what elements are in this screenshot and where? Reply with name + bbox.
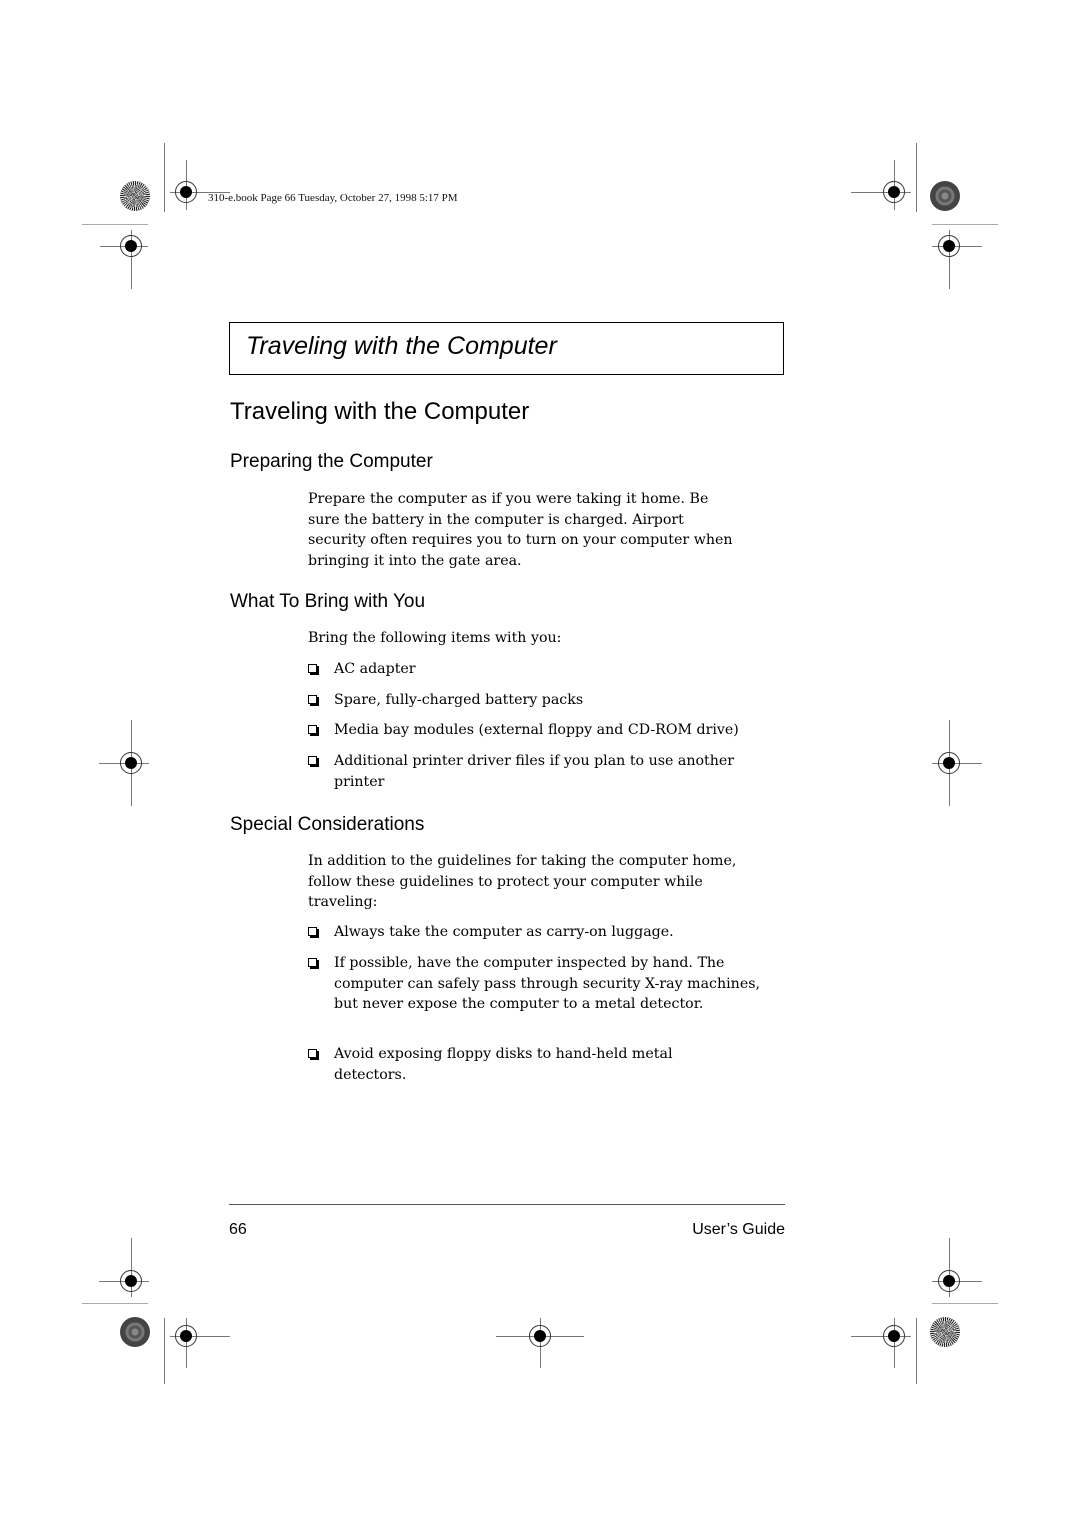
registration-mark-icon bbox=[175, 181, 197, 203]
checkbox-bullet-icon bbox=[308, 664, 317, 673]
registration-mark-icon bbox=[175, 1325, 197, 1347]
registration-mark-icon bbox=[120, 1270, 142, 1292]
color-registration-star-icon bbox=[930, 1317, 960, 1347]
color-registration-star-icon bbox=[120, 181, 150, 211]
preparing-paragraph: Prepare the computer as if you were taki… bbox=[308, 489, 788, 571]
list-item: Additional printer driver files if you p… bbox=[308, 751, 788, 792]
bring-intro: Bring the following items with you: bbox=[308, 630, 562, 646]
crop-mark bbox=[82, 1303, 148, 1304]
checkbox-bullet-icon bbox=[308, 756, 317, 765]
crop-mark bbox=[82, 224, 148, 225]
list-item: If possible, have the computer inspected… bbox=[308, 953, 778, 1015]
registration-mark-icon bbox=[883, 1325, 905, 1347]
section-heading-preparing: Preparing the Computer bbox=[230, 451, 433, 472]
registration-mark-icon bbox=[938, 1270, 960, 1292]
crop-mark bbox=[916, 143, 917, 212]
crop-mark bbox=[164, 143, 165, 212]
page-title: Traveling with the Computer bbox=[230, 398, 530, 425]
checkbox-bullet-icon bbox=[308, 695, 317, 704]
crop-mark bbox=[932, 224, 998, 225]
registration-mark-icon bbox=[883, 181, 905, 203]
registration-mark-icon bbox=[529, 1325, 551, 1347]
text-line: Prepare the computer as if you were taki… bbox=[308, 491, 709, 507]
print-metadata: 310-e.book Page 66 Tuesday, October 27, … bbox=[208, 192, 458, 204]
page-number: 66 bbox=[229, 1221, 247, 1238]
registration-mark-icon bbox=[120, 235, 142, 257]
registration-mark-icon bbox=[938, 235, 960, 257]
crop-mark bbox=[916, 1318, 917, 1384]
registration-mark-icon bbox=[938, 752, 960, 774]
text-line: security often requires you to turn on y… bbox=[308, 532, 733, 548]
crop-mark bbox=[164, 1318, 165, 1384]
text-line: bringing it into the gate area. bbox=[308, 552, 522, 569]
text-line: sure the battery in the computer is char… bbox=[308, 511, 684, 528]
list-item: Spare, fully-charged battery packs bbox=[308, 690, 788, 711]
checkbox-bullet-icon bbox=[308, 1049, 317, 1058]
chapter-header-box: Traveling with the Computer bbox=[229, 322, 784, 375]
checkbox-bullet-icon bbox=[308, 958, 317, 967]
registration-mark-icon bbox=[120, 752, 142, 774]
section-heading-special: Special Considerations bbox=[230, 814, 425, 835]
color-registration-star-icon bbox=[930, 181, 960, 211]
crop-mark bbox=[932, 1303, 998, 1304]
text-line: follow these guidelines to protect your … bbox=[308, 873, 703, 890]
list-item: Avoid exposing floppy disks to hand-held… bbox=[308, 1044, 738, 1085]
list-item: AC adapter bbox=[308, 659, 788, 680]
section-heading-bring: What To Bring with You bbox=[230, 591, 426, 612]
special-intro: In addition to the guidelines for taking… bbox=[308, 851, 788, 913]
chapter-header: Traveling with the Computer bbox=[246, 332, 557, 360]
color-registration-star-icon bbox=[120, 1317, 150, 1347]
checkbox-bullet-icon bbox=[308, 927, 317, 936]
checkbox-bullet-icon bbox=[308, 725, 317, 734]
footer-rule bbox=[229, 1204, 785, 1205]
text-line: traveling: bbox=[308, 894, 378, 910]
list-item: Always take the computer as carry-on lug… bbox=[308, 922, 788, 943]
list-item: Media bay modules (external floppy and C… bbox=[308, 720, 788, 741]
book-title: User’s Guide bbox=[692, 1221, 785, 1238]
text-line: In addition to the guidelines for taking… bbox=[308, 853, 737, 869]
